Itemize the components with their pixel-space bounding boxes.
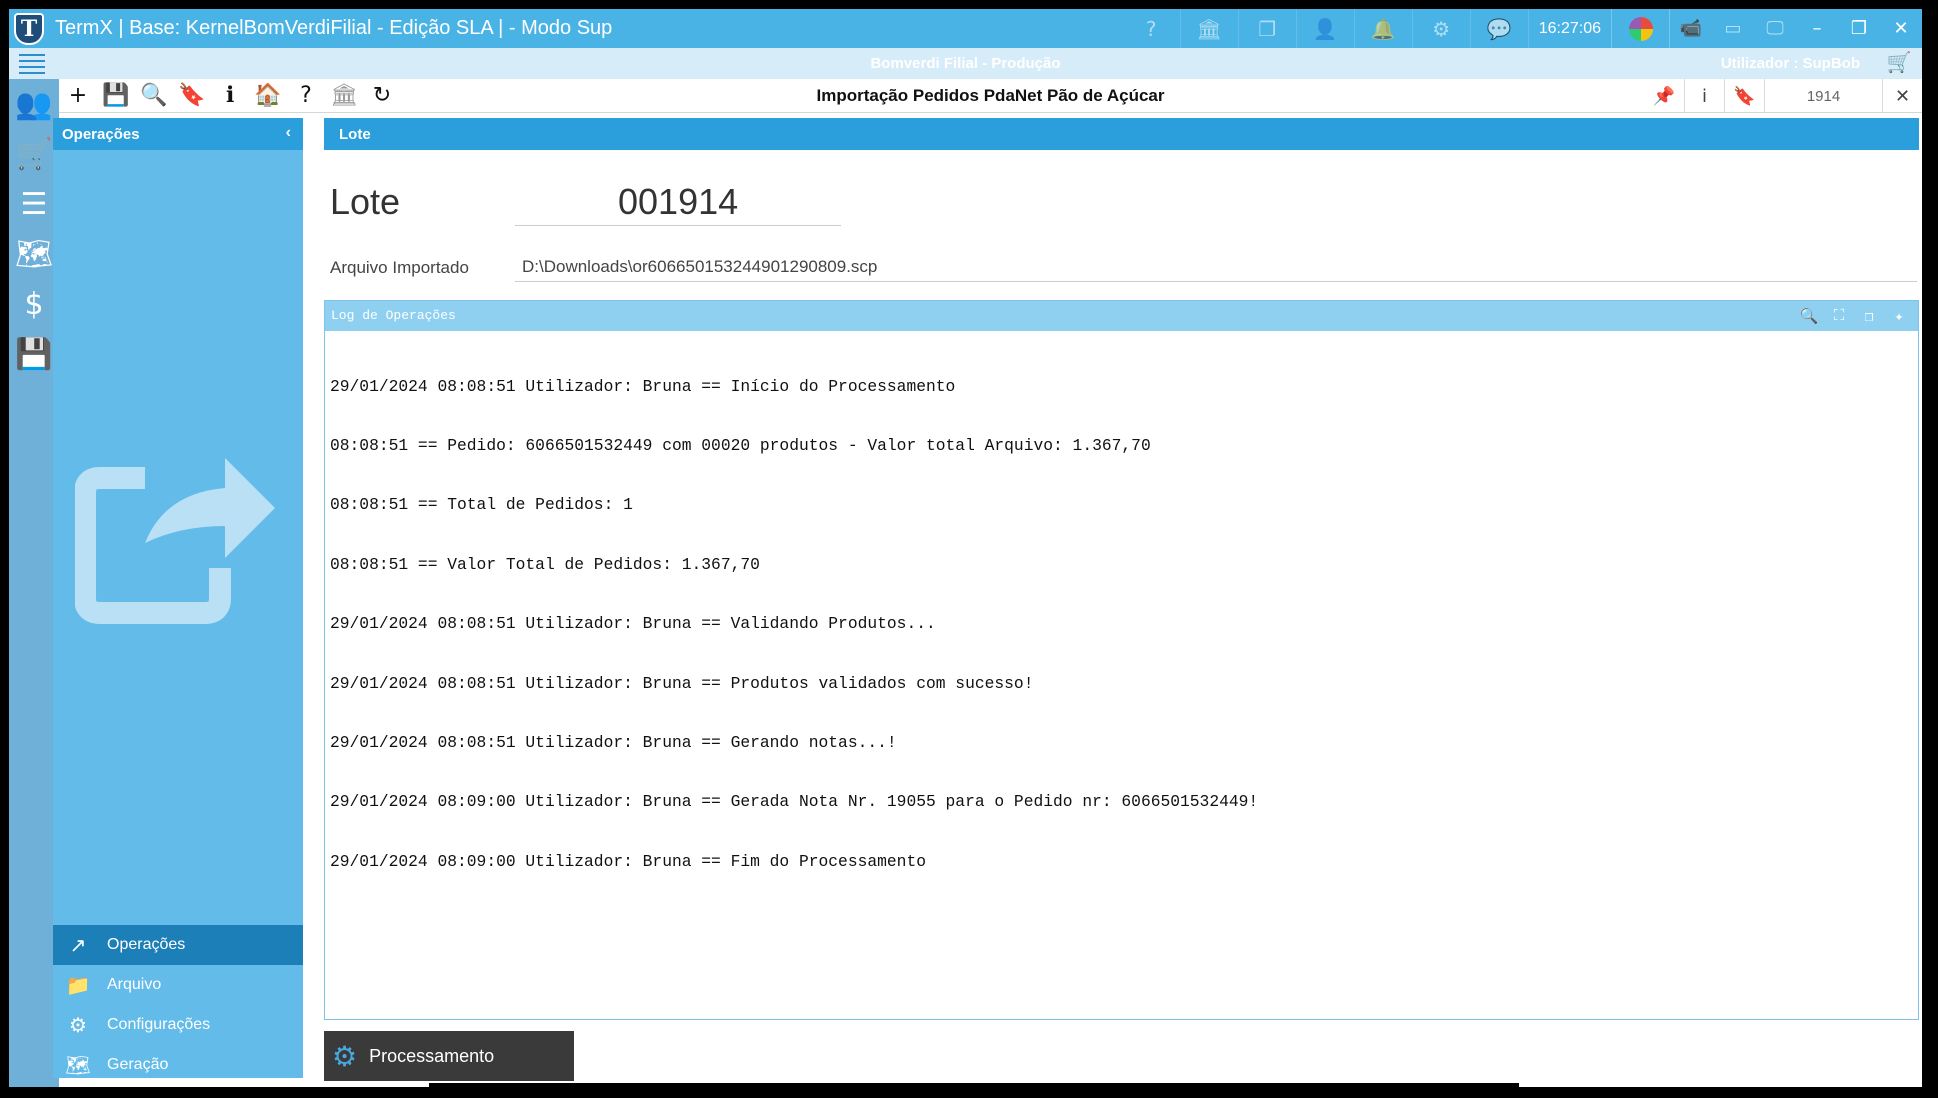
cart-icon[interactable]: 🛒 [12,129,56,179]
log-line: 29/01/2024 08:08:51 Utilizador: Bruna ==… [330,732,897,752]
close-window-button[interactable]: ✕ [1880,9,1922,48]
clear-icon[interactable]: ✦ [1884,304,1914,328]
sub-header: Bomverdi Filial - Produção Utilizador : … [9,48,1922,79]
arquivo-label: Arquivo Importado [330,258,469,277]
ops-item-arquivo[interactable]: 📁 Arquivo [53,965,303,1005]
clock: 16:27:06 [1529,9,1612,48]
user-label: Utilizador : SupBob [1720,55,1860,72]
bank-icon[interactable]: 🏛 [1181,9,1239,48]
chevron-left-icon[interactable]: ‹ [286,124,291,142]
log-line: 29/01/2024 08:09:00 Utilizador: Bruna ==… [330,851,926,871]
app-window: T TermX | Base: KernelBomVerdiFilial - E… [9,9,1922,1087]
add-icon[interactable]: + [59,79,97,113]
camera-icon[interactable]: 📹 [1670,9,1712,48]
help-icon[interactable]: ? [1123,9,1181,48]
map-icon: 🗺 [65,1054,91,1077]
environment-label: Bomverdi Filial - Produção [870,55,1061,72]
record-number: 1914 [1764,79,1882,113]
home-bank-icon[interactable]: 🏠 [249,79,287,113]
folder-icon: 📁 [65,974,91,997]
screen-icon[interactable]: 🖵 [1754,9,1796,48]
map-icon[interactable]: 🗺 [12,229,56,279]
user-icon[interactable]: 👤 [1297,9,1355,48]
minimize-button[interactable]: – [1796,9,1838,48]
lote-field[interactable]: 001914 [515,181,841,226]
log-body[interactable]: 29/01/2024 08:08:51 Utilizador: Bruna ==… [325,331,1918,917]
cart-dollar-icon[interactable]: 🛒 [1884,50,1914,78]
share-icon: ↗ [69,934,87,957]
search-icon[interactable]: 🔍 [1794,304,1824,328]
save-upload-icon[interactable]: 💾 [12,329,56,379]
close-icon[interactable]: ✕ [1882,79,1922,113]
ops-item-operacoes[interactable]: ↗ Operações [53,925,303,965]
chat-icon[interactable]: 💬 [1471,9,1529,48]
share-export-icon [75,458,275,624]
bell-icon[interactable]: 🔔 [1355,9,1413,48]
colorwheel-icon[interactable] [1612,9,1670,48]
restore-button[interactable]: ❐ [1838,9,1880,48]
log-tools: 🔍 ⛶ ❐ ✦ [1794,304,1914,328]
operations-panel: Operações ‹ ↗ Operações 📁 Arquivo ⚙ Conf… [53,118,303,1078]
bank-icon[interactable]: 🏛 [325,79,363,113]
lote-section-header: Lote [324,118,1919,150]
log-line: 08:08:51 == Pedido: 6066501532449 com 00… [330,435,1151,455]
ops-item-label: Operações [107,936,186,953]
bookmark-green-icon[interactable]: 🔖 [1724,79,1764,113]
toolbar-right: 📌 i 🔖 1914 ✕ [1644,79,1922,113]
ops-item-label: Arquivo [107,976,162,993]
bottom-divider [429,1083,1519,1087]
copy-icon[interactable]: ❐ [1854,304,1884,328]
list-icon[interactable]: ☰ [12,179,56,229]
bookmark-icon[interactable]: 🔖 [173,79,211,113]
title-bar-icons: ? 🏛 ❐ 👤 🔔 ⚙ 💬 16:27:06 📹 ▭ 🖵 – ❐ ✕ [1123,9,1922,48]
log-line: 29/01/2024 08:08:51 Utilizador: Bruna ==… [330,673,1034,693]
windows-icon[interactable]: ❐ [1239,9,1297,48]
gear-icon: ⚙ [332,1040,358,1072]
processamento-label: Processamento [369,1045,495,1066]
dollar-icon[interactable]: $ [12,279,56,329]
pin-icon[interactable]: 📌 [1644,79,1684,113]
log-panel: Log de Operações 🔍 ⛶ ❐ ✦ 29/01/2024 08:0… [324,300,1919,1020]
operations-header: Operações ‹ [53,118,303,150]
users-icon[interactable]: 👥 [12,79,56,129]
gear-icon: ⚙ [69,1014,87,1037]
title-bar: T TermX | Base: KernelBomVerdiFilial - E… [9,9,1922,48]
operations-menu: ↗ Operações 📁 Arquivo ⚙ Configurações 🗺 … [53,925,303,1085]
save-icon[interactable]: 💾 [97,79,135,113]
expand-icon[interactable]: ⛶ [1824,304,1854,328]
search-icon[interactable]: 🔍 [135,79,173,113]
toolbar: + 💾 🔍 🔖 ℹ 🏠 ? 🏛 ↻ Importação Pedidos Pda… [59,79,1922,113]
ops-item-label: Configurações [107,1016,211,1033]
info-icon[interactable]: i [1684,79,1724,113]
gear-icon[interactable]: ⚙ [1413,9,1471,48]
log-line: 08:08:51 == Valor Total de Pedidos: 1.36… [330,554,760,574]
processamento-button[interactable]: ⚙ Processamento [324,1031,574,1081]
module-sidebar: 👥 🛒 ☰ 🗺 $ 💾 [9,79,59,1087]
log-header: Log de Operações 🔍 ⛶ ❐ ✦ [325,301,1918,331]
operations-header-label: Operações [62,126,140,143]
window-title: TermX | Base: KernelBomVerdiFilial - Edi… [55,17,613,39]
ops-item-configuracoes[interactable]: ⚙ Configurações [53,1005,303,1045]
info-icon[interactable]: ℹ [211,79,249,113]
screen-small-icon[interactable]: ▭ [1712,9,1754,48]
app-logo-icon: T [9,9,49,48]
log-line: 08:08:51 == Total de Pedidos: 1 [330,495,633,515]
log-line: 29/01/2024 08:09:00 Utilizador: Bruna ==… [330,792,1259,812]
refresh-icon[interactable]: ↻ [363,79,401,113]
help-icon[interactable]: ? [287,79,325,113]
arquivo-field[interactable]: D:\Downloads\or6066501532449012908​09.sc… [515,254,1917,282]
log-line: 29/01/2024 08:08:51 Utilizador: Bruna ==… [330,376,956,396]
log-line: 29/01/2024 08:08:51 Utilizador: Bruna ==… [330,614,936,634]
ops-item-geracao[interactable]: 🗺 Geração [53,1045,303,1085]
ops-item-label: Geração [107,1056,169,1073]
log-header-label: Log de Operações [331,308,456,323]
lote-label: Lote [330,181,401,222]
